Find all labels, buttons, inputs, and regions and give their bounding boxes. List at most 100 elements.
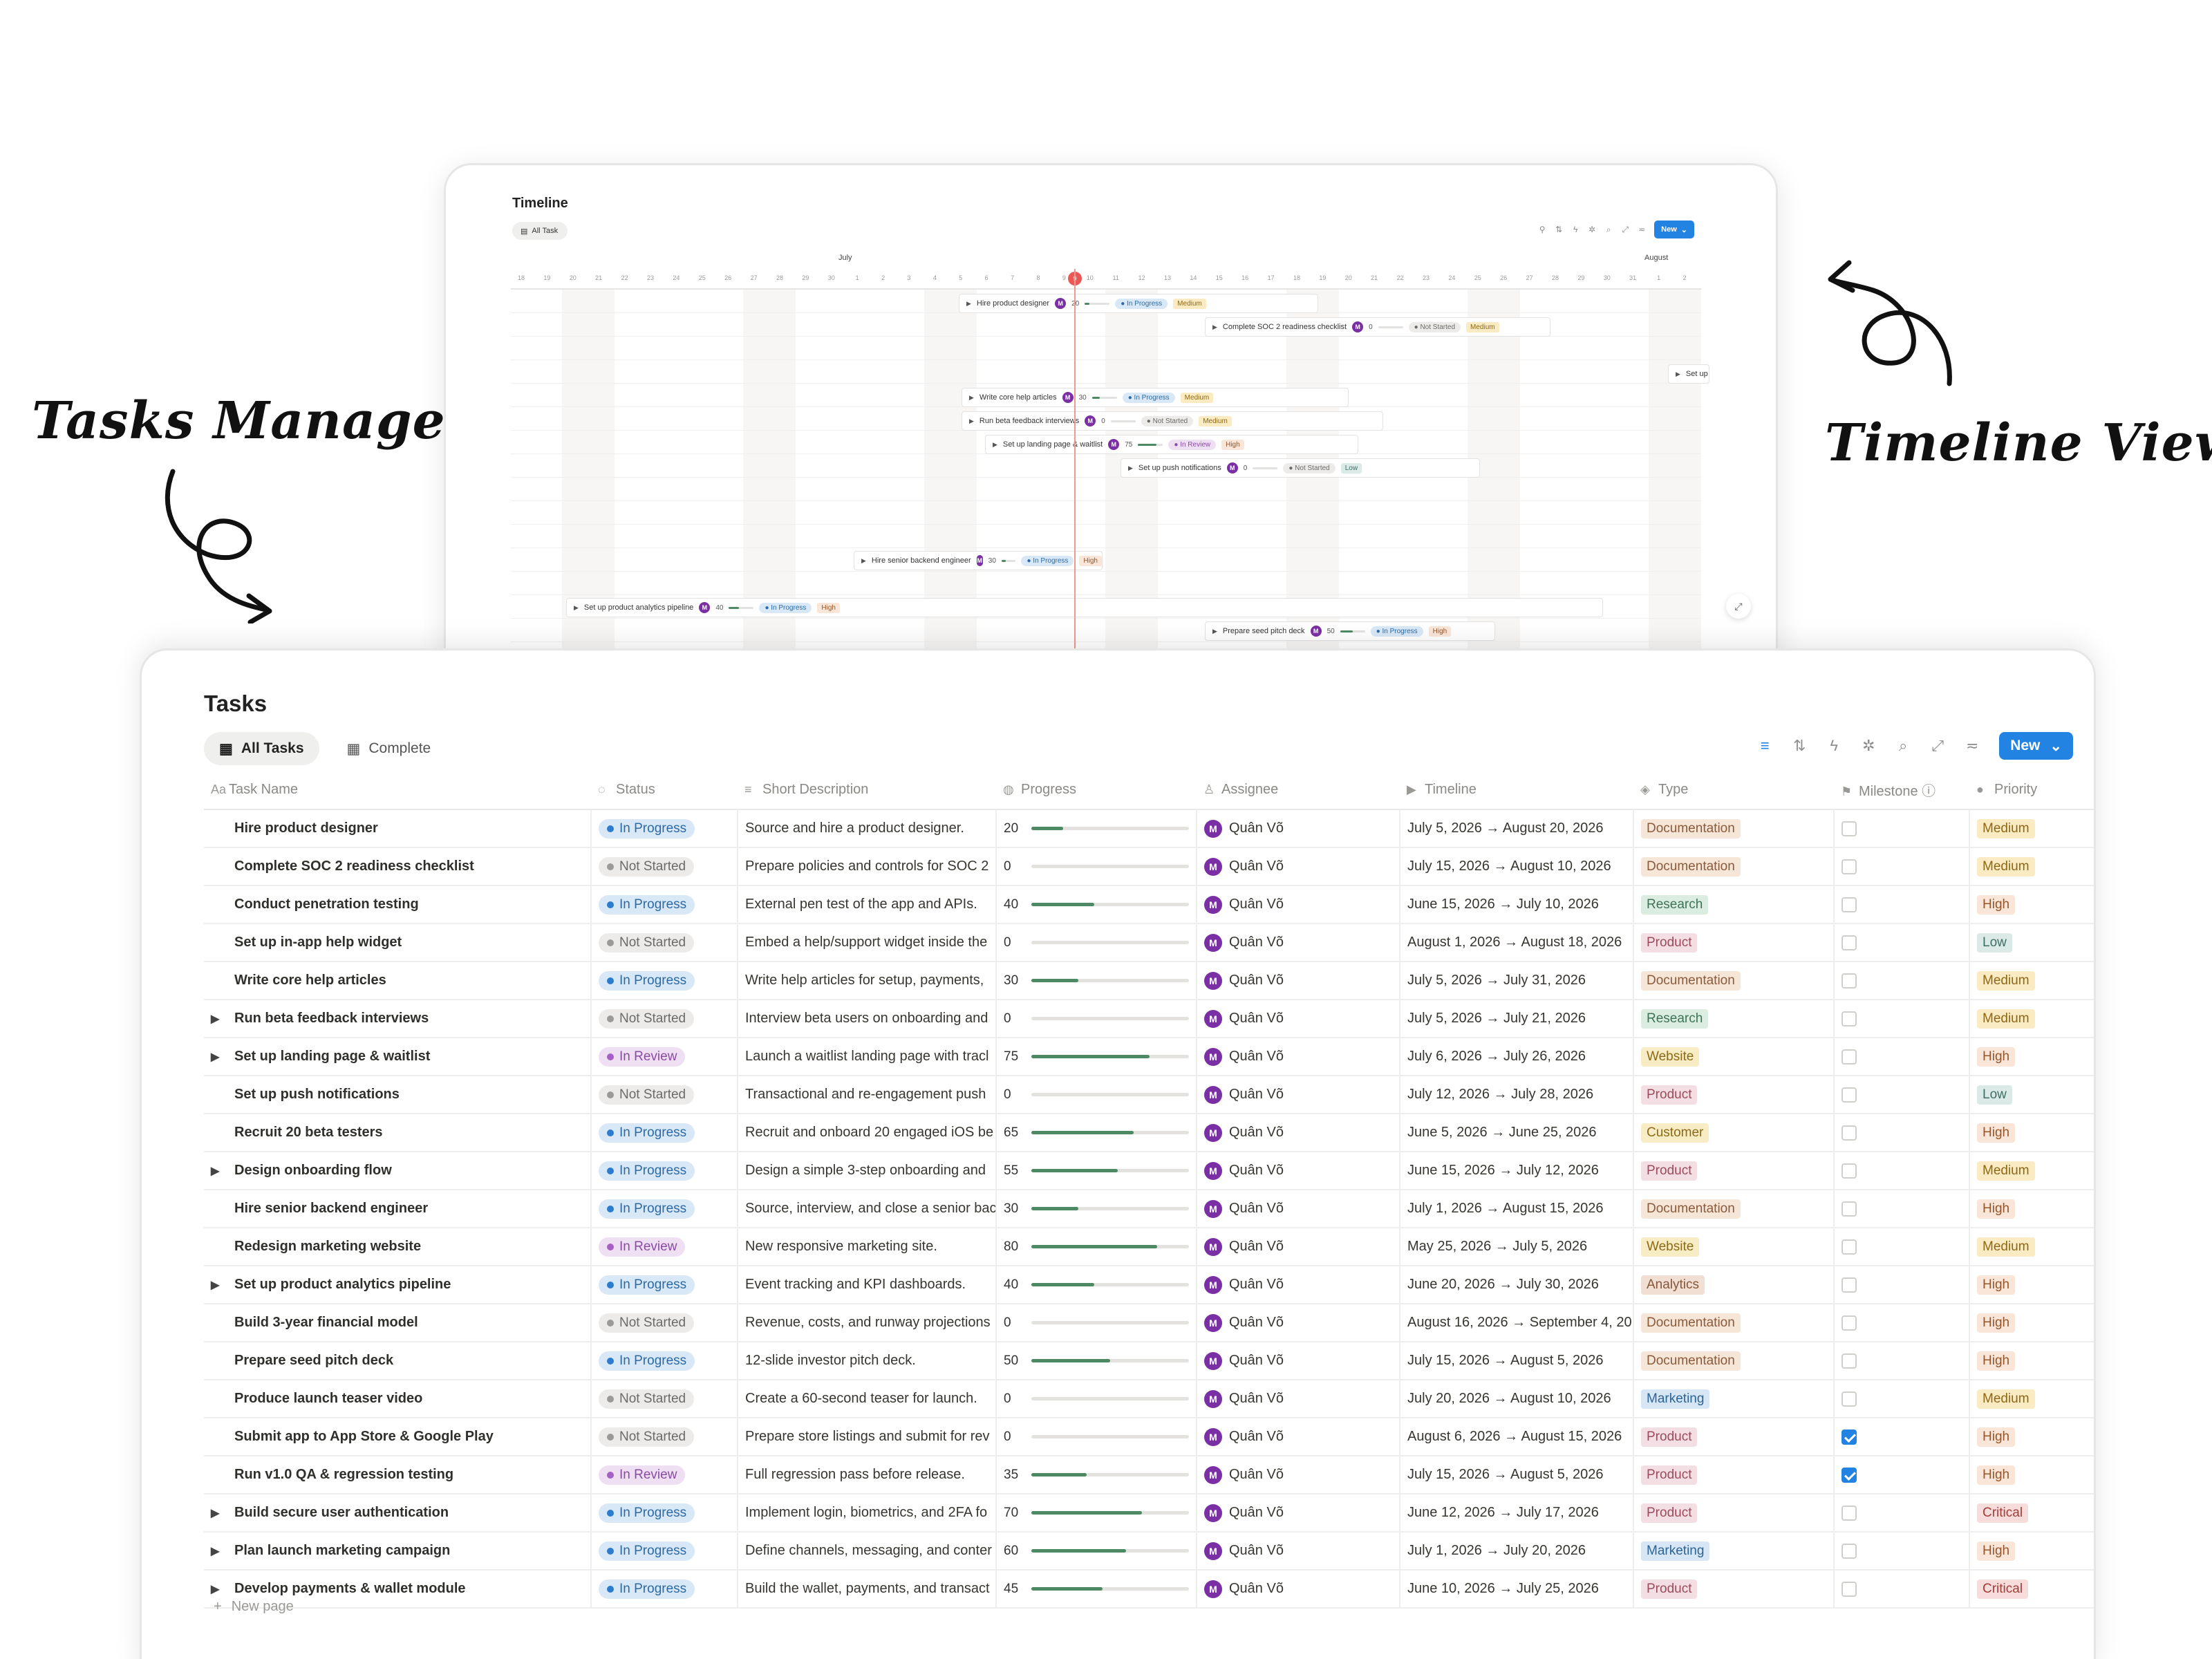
filter-icon[interactable]: ≡ (1757, 737, 1772, 755)
search-icon[interactable]: ⌕ (1604, 225, 1613, 234)
expand-triangle-icon[interactable]: ▶ (1212, 628, 1217, 635)
status-cell[interactable]: Not Started (591, 847, 738, 886)
status-cell[interactable]: In Progress (591, 885, 738, 924)
expand-triangle-icon[interactable]: ▶ (1128, 465, 1133, 472)
task-name-cell[interactable]: Hire senior backend engineer (204, 1190, 592, 1228)
expand-timeline-icon[interactable]: ⤢ (1726, 594, 1751, 619)
milestone-checkbox[interactable] (1841, 1543, 1857, 1559)
status-cell[interactable]: In Progress (591, 962, 738, 1000)
assignee-cell[interactable]: M Quân Võ (1197, 1380, 1400, 1418)
progress-cell[interactable]: 35 (996, 1456, 1197, 1494)
timeline-cell[interactable]: July 6, 2026 → July 26, 2026 (1400, 1038, 1634, 1076)
timeline-cell[interactable]: June 15, 2026 → July 12, 2026 (1400, 1152, 1634, 1190)
milestone-cell[interactable] (1834, 1532, 1970, 1571)
short-description-cell[interactable]: Build the wallet, payments, and transact (738, 1570, 997, 1609)
status-cell[interactable]: In Review (591, 1038, 738, 1076)
column-header-name[interactable]: Aa Task Name (204, 771, 591, 810)
priority-cell[interactable]: Low (1969, 924, 2094, 962)
column-header-assignee[interactable]: ♙ Assignee (1197, 771, 1400, 810)
task-name-cell[interactable]: Recruit 20 beta testers (204, 1114, 592, 1152)
expand-triangle-icon[interactable]: ▶ (993, 441, 997, 449)
milestone-cell[interactable] (1834, 1342, 1970, 1380)
table-row[interactable]: ▶ Set up landing page & waitlist In Review… (204, 1038, 2094, 1076)
timeline-bar[interactable]: ▶ Write core help articles M 30 ● In Progres… (962, 388, 1349, 407)
priority-cell[interactable]: High (1969, 1342, 2094, 1380)
table-row[interactable]: Redesign marketing website In Review New r… (204, 1228, 2094, 1266)
priority-cell[interactable]: Low (1969, 1076, 2094, 1114)
milestone-checkbox[interactable] (1841, 1239, 1857, 1255)
progress-cell[interactable]: 60 (996, 1532, 1197, 1571)
new-button[interactable]: New ⌄ (1999, 732, 2073, 760)
expand-triangle-icon[interactable]: ▶ (211, 1582, 234, 1596)
status-cell[interactable]: In Progress (591, 1114, 738, 1152)
timeline-cell[interactable]: May 25, 2026 → July 5, 2026 (1400, 1228, 1634, 1266)
expand-triangle-icon[interactable]: ▶ (574, 604, 579, 612)
short-description-cell[interactable]: Full regression pass before release. (738, 1456, 997, 1494)
assignee-cell[interactable]: M Quân Võ (1197, 1456, 1400, 1494)
priority-cell[interactable]: Medium (1969, 1152, 2094, 1190)
milestone-cell[interactable] (1834, 1038, 1970, 1076)
status-cell[interactable]: In Progress (591, 809, 738, 848)
short-description-cell[interactable]: Revenue, costs, and runway projections (738, 1304, 997, 1342)
type-cell[interactable]: Product (1633, 1456, 1835, 1494)
short-description-cell[interactable]: External pen test of the app and APIs. (738, 885, 997, 924)
column-header-status[interactable]: ◌ Status (591, 771, 738, 810)
assignee-cell[interactable]: M Quân Võ (1197, 1494, 1400, 1533)
column-header-progress[interactable]: ◍ Progress (996, 771, 1197, 810)
table-row[interactable]: ▶ Build secure user authentication In Prog… (204, 1494, 2094, 1533)
milestone-cell[interactable] (1834, 1076, 1970, 1114)
short-description-cell[interactable]: Launch a waitlist landing page with trac… (738, 1038, 997, 1076)
assignee-cell[interactable]: M Quân Võ (1197, 1000, 1400, 1038)
type-cell[interactable]: Product (1633, 1418, 1835, 1456)
timeline-cell[interactable]: July 1, 2026 → August 15, 2026 (1400, 1190, 1634, 1228)
priority-cell[interactable]: Medium (1969, 809, 2094, 848)
short-description-cell[interactable]: Prepare policies and controls for SOC 2 (738, 847, 997, 886)
priority-cell[interactable]: High (1969, 1532, 2094, 1571)
progress-cell[interactable]: 0 (996, 1076, 1197, 1114)
milestone-checkbox[interactable] (1841, 1011, 1857, 1027)
type-cell[interactable]: Marketing (1633, 1532, 1835, 1571)
task-name-cell[interactable]: ▶ Set up landing page & waitlist (204, 1038, 592, 1076)
progress-cell[interactable]: 80 (996, 1228, 1197, 1266)
type-cell[interactable]: Documentation (1633, 809, 1835, 848)
milestone-cell[interactable] (1834, 1418, 1970, 1456)
timeline-cell[interactable]: June 20, 2026 → July 30, 2026 (1400, 1266, 1634, 1304)
assignee-cell[interactable]: M Quân Võ (1197, 1418, 1400, 1456)
assignee-cell[interactable]: M Quân Võ (1197, 924, 1400, 962)
status-cell[interactable]: Not Started (591, 1076, 738, 1114)
short-description-cell[interactable]: Event tracking and KPI dashboards. (738, 1266, 997, 1304)
assignee-cell[interactable]: M Quân Võ (1197, 1228, 1400, 1266)
milestone-cell[interactable] (1834, 1304, 1970, 1342)
milestone-checkbox[interactable] (1841, 1505, 1857, 1521)
table-row[interactable]: ▶ Set up product analytics pipeline In Pro… (204, 1266, 2094, 1304)
milestone-cell[interactable] (1834, 1228, 1970, 1266)
progress-cell[interactable]: 55 (996, 1152, 1197, 1190)
priority-cell[interactable]: High (1969, 1038, 2094, 1076)
task-name-cell[interactable]: Conduct penetration testing (204, 885, 592, 924)
short-description-cell[interactable]: Implement login, biometrics, and 2FA fo (738, 1494, 997, 1533)
milestone-checkbox[interactable] (1841, 859, 1857, 874)
priority-cell[interactable]: High (1969, 885, 2094, 924)
timeline-cell[interactable]: June 15, 2026 → July 10, 2026 (1400, 885, 1634, 924)
timeline-new-button[interactable]: New ⌄ (1654, 221, 1694, 238)
assignee-cell[interactable]: M Quân Võ (1197, 1152, 1400, 1190)
status-cell[interactable]: In Review (591, 1456, 738, 1494)
short-description-cell[interactable]: Recruit and onboard 20 engaged iOS be (738, 1114, 997, 1152)
type-cell[interactable]: Analytics (1633, 1266, 1835, 1304)
milestone-cell[interactable] (1834, 1380, 1970, 1418)
timeline-bar[interactable]: ▶ Set up i (1668, 364, 1709, 384)
task-name-cell[interactable]: ▶ Build secure user authentication (204, 1494, 592, 1533)
assignee-cell[interactable]: M Quân Võ (1197, 1342, 1400, 1380)
priority-cell[interactable]: Medium (1969, 962, 2094, 1000)
type-cell[interactable]: Research (1633, 1000, 1835, 1038)
milestone-cell[interactable] (1834, 1190, 1970, 1228)
assignee-cell[interactable]: M Quân Võ (1197, 885, 1400, 924)
progress-cell[interactable]: 0 (996, 924, 1197, 962)
priority-cell[interactable]: High (1969, 1190, 2094, 1228)
table-row[interactable]: Produce launch teaser video Not Started Cr… (204, 1380, 2094, 1418)
table-row[interactable]: Set up push notifications Not Started Tran… (204, 1076, 2094, 1114)
progress-cell[interactable]: 30 (996, 1190, 1197, 1228)
assignee-cell[interactable]: M Quân Võ (1197, 1266, 1400, 1304)
sparkle-icon[interactable]: ✲ (1861, 737, 1876, 755)
timeline-bar[interactable]: ▶ Set up push notifications M 0 ● Not Starte… (1121, 458, 1480, 478)
